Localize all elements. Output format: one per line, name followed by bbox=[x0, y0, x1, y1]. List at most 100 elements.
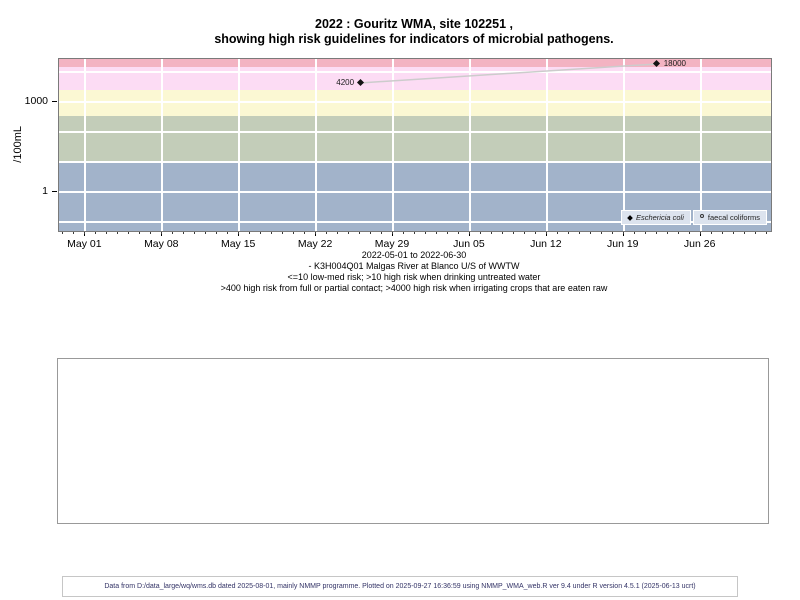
x-axis-minor-tick bbox=[699, 232, 701, 234]
x-axis-minor-tick bbox=[468, 232, 470, 234]
x-axis-minor-tick bbox=[128, 232, 130, 234]
footer-box: Data from D:/data_large/wq/wms.db dated … bbox=[62, 576, 738, 597]
x-axis-label: May 08 bbox=[144, 238, 179, 250]
x-axis-label: May 29 bbox=[374, 238, 410, 250]
x-axis-minor-tick bbox=[622, 232, 624, 234]
x-axis-minor-tick bbox=[677, 232, 679, 234]
x-axis-minor-tick bbox=[227, 232, 229, 234]
legend-item-faecal-coliforms: faecal coliforms bbox=[692, 210, 767, 225]
x-axis-minor-tick bbox=[611, 232, 613, 234]
x-axis-minor-tick bbox=[238, 232, 240, 234]
x-axis-minor-tick bbox=[271, 232, 273, 234]
legend-label-ecoli: Eschericia coli bbox=[635, 213, 684, 222]
x-axis-minor-tick bbox=[435, 232, 437, 234]
plot-page: 2022 : Gouritz WMA, site 102251 , showin… bbox=[0, 0, 800, 600]
x-axis-minor-tick bbox=[216, 232, 218, 234]
x-axis-minor-tick bbox=[743, 232, 745, 234]
x-axis-label: May 01 bbox=[67, 238, 102, 250]
subtitle-date-range: 2022-05-01 to 2022-06-30 bbox=[361, 250, 467, 260]
x-axis-minor-tick bbox=[348, 232, 350, 234]
point-value-label: 18000 bbox=[663, 59, 686, 69]
x-axis-minor-tick bbox=[666, 232, 668, 234]
x-axis-minor-tick bbox=[512, 232, 514, 234]
chart-title-line2: showing high risk guidelines for indicat… bbox=[214, 32, 614, 46]
x-axis-minor-tick bbox=[359, 232, 361, 234]
x-axis-label: Jun 26 bbox=[683, 238, 716, 250]
x-axis-minor-tick bbox=[117, 232, 119, 234]
x-axis-minor-tick bbox=[644, 232, 646, 234]
x-axis-label: Jun 12 bbox=[530, 238, 562, 250]
x-axis-minor-tick bbox=[381, 232, 383, 234]
legend-label-faecal-coliforms: faecal coliforms bbox=[707, 213, 760, 222]
x-axis-minor-tick bbox=[84, 232, 86, 234]
x-axis-minor-tick bbox=[172, 232, 174, 234]
x-axis-minor-tick bbox=[150, 232, 152, 234]
x-axis-label: Jun 19 bbox=[606, 238, 639, 250]
x-axis-minor-tick bbox=[457, 232, 459, 234]
x-axis-minor-tick bbox=[194, 232, 196, 234]
subtitle-guideline-drinking: <=10 low-med risk; >10 high risk when dr… bbox=[287, 272, 541, 282]
x-axis-minor-tick bbox=[161, 232, 163, 234]
subtitle-site-name: - K3H004Q01 Malgas River at Blanco U/S o… bbox=[308, 261, 520, 271]
x-axis-minor-tick bbox=[721, 232, 723, 234]
x-axis-minor-tick bbox=[304, 232, 306, 234]
chart-title-line1: 2022 : Gouritz WMA, site 102251 , bbox=[315, 17, 513, 31]
x-axis-minor-tick bbox=[73, 232, 75, 234]
x-axis-minor-tick bbox=[655, 232, 657, 234]
x-axis-minor-tick bbox=[589, 232, 591, 234]
chart-subtitle: 2022-05-01 to 2022-06-30 - K3H004Q01 Mal… bbox=[58, 250, 770, 294]
x-axis-minor-tick bbox=[139, 232, 141, 234]
y-axis-label: 1 bbox=[42, 184, 48, 197]
x-axis-label: May 22 bbox=[297, 238, 333, 250]
x-axis-minor-tick bbox=[732, 232, 734, 234]
ecoli-trend-line bbox=[360, 63, 657, 84]
x-axis-minor-tick bbox=[106, 232, 108, 234]
x-axis-minor-tick bbox=[315, 232, 317, 234]
x-axis-minor-tick bbox=[501, 232, 503, 234]
x-axis-minor-tick bbox=[392, 232, 394, 234]
y-axis-title: /100mL bbox=[12, 125, 24, 163]
x-axis-minor-tick bbox=[260, 232, 262, 234]
x-axis-minor-tick bbox=[710, 232, 712, 234]
footer-provenance-text: Data from D:/data_large/wq/wms.db dated … bbox=[104, 583, 696, 590]
x-axis-minor-tick bbox=[282, 232, 284, 234]
x-axis-minor-tick bbox=[754, 232, 756, 234]
x-axis-minor-tick bbox=[479, 232, 481, 234]
x-axis-minor-tick bbox=[765, 232, 767, 234]
x-axis-minor-tick bbox=[490, 232, 492, 234]
chart-title: 2022 : Gouritz WMA, site 102251 , showin… bbox=[58, 17, 770, 47]
x-axis-minor-tick bbox=[326, 232, 328, 234]
x-axis-minor-tick bbox=[337, 232, 339, 234]
x-axis-minor-tick bbox=[534, 232, 536, 234]
x-axis-minor-tick bbox=[523, 232, 525, 234]
legend: Eschericia coli faecal coliforms bbox=[620, 210, 767, 225]
x-axis-minor-tick bbox=[403, 232, 404, 234]
x-axis-minor-tick bbox=[600, 232, 602, 234]
x-axis-label: Jun 05 bbox=[453, 238, 485, 250]
x-axis-minor-tick bbox=[370, 232, 372, 234]
empty-secondary-panel bbox=[57, 358, 769, 524]
open-circle-icon bbox=[699, 213, 704, 218]
x-axis-minor-tick bbox=[205, 232, 207, 234]
point-value-label: 4200 bbox=[336, 78, 355, 88]
x-axis-minor-tick bbox=[424, 232, 426, 234]
x-axis-minor-tick bbox=[249, 232, 251, 234]
subtitle-guideline-contact: >400 high risk from full or partial cont… bbox=[220, 283, 608, 293]
x-axis-label: May 15 bbox=[220, 238, 256, 250]
plot-area: Eschericia coli faecal coliforms 4200 180… bbox=[58, 58, 772, 232]
y-axis-label: 1000 bbox=[24, 94, 48, 107]
y-axis-tick bbox=[52, 190, 57, 192]
x-axis-minor-tick bbox=[556, 232, 558, 234]
x-axis-minor-tick bbox=[414, 232, 415, 234]
legend-item-ecoli: Eschericia coli bbox=[620, 210, 691, 225]
y-axis-tick bbox=[52, 100, 57, 102]
x-axis-minor-tick bbox=[567, 232, 569, 234]
x-axis-minor-tick bbox=[183, 232, 185, 234]
filled-diamond-icon bbox=[627, 214, 633, 221]
x-axis-minor-tick bbox=[688, 232, 690, 234]
x-axis-minor-tick bbox=[545, 232, 547, 234]
x-axis-minor-tick bbox=[95, 232, 97, 234]
x-axis-minor-tick bbox=[62, 232, 64, 234]
x-axis-minor-tick bbox=[578, 232, 580, 234]
x-axis-minor-tick bbox=[293, 232, 295, 234]
